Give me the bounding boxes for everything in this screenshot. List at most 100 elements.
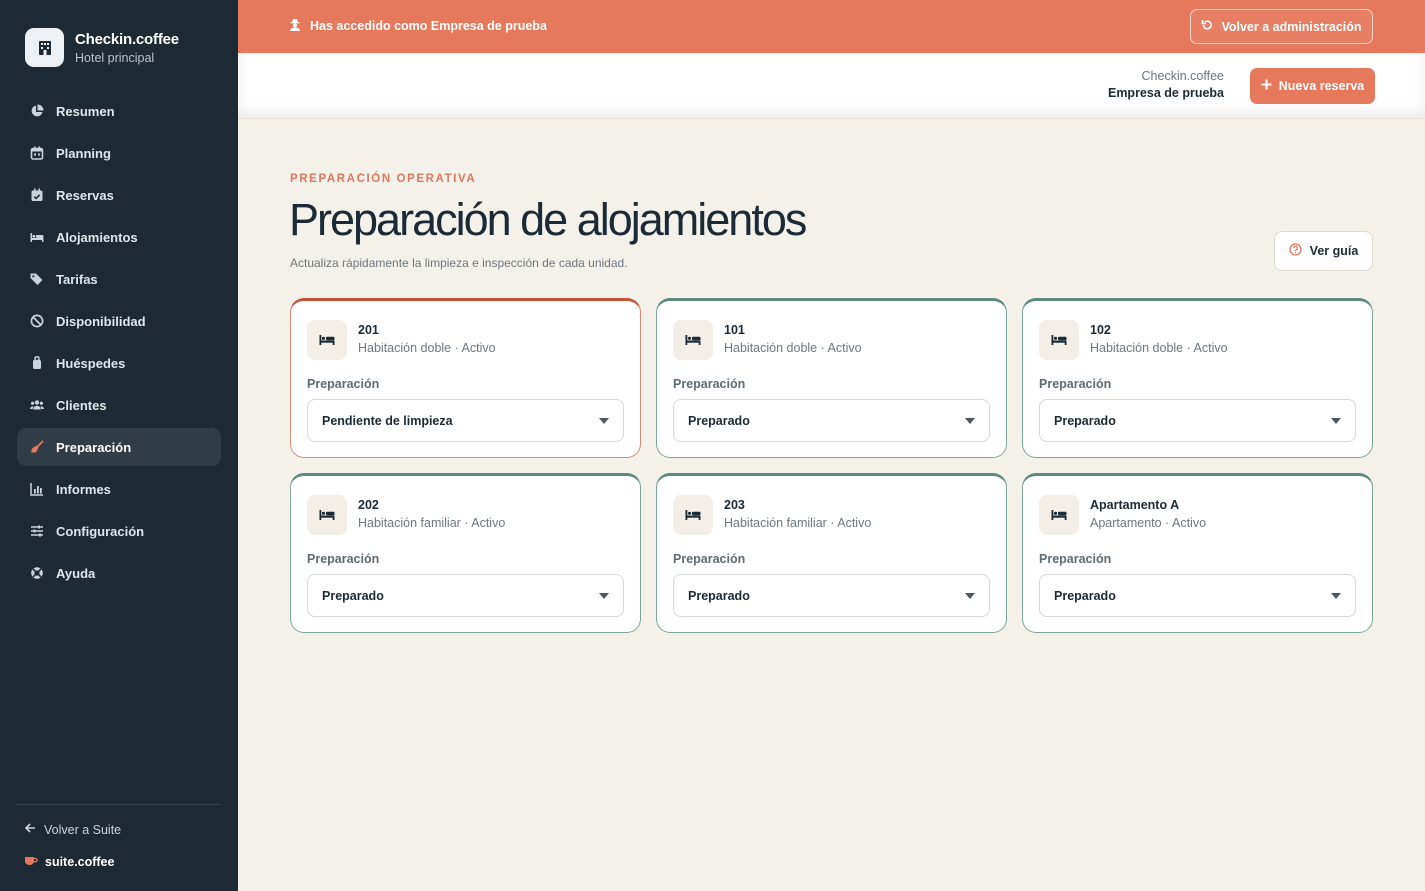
unit-meta: Habitación doble · Activo — [1090, 341, 1228, 355]
preparation-label: Preparación — [673, 377, 746, 391]
brand-subtitle: Hotel principal — [75, 50, 155, 65]
sidebar-item-label: Clientes — [56, 397, 107, 413]
caret-down-icon — [599, 418, 609, 424]
new-reservation-label: Nueva reserva — [1278, 79, 1365, 93]
header-app-name: Checkin.coffee — [1141, 69, 1224, 83]
preparation-status-value: Preparado — [688, 413, 750, 428]
preparation-status-select[interactable]: Preparado — [307, 574, 624, 617]
bar-chart-icon — [30, 482, 44, 496]
caret-down-icon — [965, 593, 975, 599]
preparation-status-value: Preparado — [1054, 413, 1116, 428]
preparation-status-select[interactable]: Preparado — [673, 399, 990, 442]
preparation-status-select[interactable]: Preparado — [673, 574, 990, 617]
view-guide-button[interactable]: Ver guía — [1274, 231, 1373, 271]
unit-card: Apartamento A Apartamento · Activo Prepa… — [1022, 473, 1373, 633]
unit-meta: Habitación doble · Activo — [724, 341, 862, 355]
unit-name: 202 — [358, 498, 379, 512]
sidebar-nav: Resumen Planning Reservas Alojamientos T… — [17, 92, 221, 596]
unit-meta: Habitación doble · Activo — [358, 341, 496, 355]
sidebar-item-label: Ayuda — [56, 565, 96, 581]
view-guide-label: Ver guía — [1309, 244, 1359, 258]
unit-card: 203 Habitación familiar · Activo Prepara… — [656, 473, 1007, 633]
sidebar-item-label: Alojamientos — [56, 229, 138, 245]
bed-icon — [1039, 320, 1079, 360]
sidebar-item-ayuda[interactable]: Ayuda — [17, 554, 221, 592]
bed-icon — [1039, 495, 1079, 535]
bed-icon — [307, 495, 347, 535]
sidebar-item-tarifas[interactable]: Tarifas — [17, 260, 221, 298]
page-eyebrow: PREPARACIÓN OPERATIVA — [290, 173, 477, 185]
sidebar-item-alojamientos[interactable]: Alojamientos — [17, 218, 221, 256]
tags-icon — [30, 272, 44, 286]
question-circle-icon — [1289, 243, 1302, 259]
back-to-suite-link[interactable]: Volver a Suite — [24, 822, 121, 837]
sidebar-item-disponibilidad[interactable]: Disponibilidad — [17, 302, 221, 340]
unit-name: 102 — [1090, 323, 1111, 337]
caret-down-icon — [965, 418, 975, 424]
unit-name: 101 — [724, 323, 745, 337]
unit-meta: Habitación familiar · Activo — [724, 516, 872, 530]
unit-card: 102 Habitación doble · Activo Preparació… — [1022, 298, 1373, 458]
suitcase-icon — [30, 356, 44, 370]
page-title: Preparación de alojamientos — [289, 194, 807, 245]
sidebar-item-informes[interactable]: Informes — [17, 470, 221, 508]
unit-name: Apartamento A — [1090, 498, 1180, 512]
preparation-status-value: Preparado — [1054, 588, 1116, 603]
preparation-status-value: Preparado — [688, 588, 750, 603]
broom-icon — [30, 440, 44, 454]
preparation-status-value: Pendiente de limpieza — [322, 413, 453, 428]
sidebar-item-label: Tarifas — [56, 271, 98, 287]
sidebar-item-label: Preparación — [56, 439, 132, 455]
sidebar-item-label: Configuración — [56, 523, 145, 539]
sidebar-item-clientes[interactable]: Clientes — [17, 386, 221, 424]
coffee-cup-icon — [24, 854, 38, 869]
account-info: Checkin.coffee Empresa de prueba — [1108, 69, 1224, 100]
back-to-admin-button[interactable]: Volver a administración — [1190, 9, 1373, 44]
sidebar-item-label: Reservas — [56, 187, 114, 203]
brand-name: Checkin.coffee — [75, 30, 179, 48]
sidebar-item-planning[interactable]: Planning — [17, 134, 221, 172]
bed-icon — [673, 320, 713, 360]
suite-brand-label: suite.coffee — [45, 854, 115, 869]
bed-icon — [673, 495, 713, 535]
preparation-label: Preparación — [1039, 377, 1112, 391]
banner-text: Has accedido como Empresa de prueba — [310, 19, 547, 33]
sidebar-item-label: Resumen — [56, 103, 115, 119]
new-reservation-button[interactable]: Nueva reserva — [1250, 68, 1375, 104]
unit-meta: Apartamento · Activo — [1090, 516, 1207, 530]
users-icon — [30, 398, 44, 412]
unit-name: 201 — [358, 323, 379, 337]
calendar-icon — [30, 146, 44, 160]
plus-icon — [1261, 79, 1272, 93]
bed-icon — [30, 230, 44, 244]
sidebar-item-reservas[interactable]: Reservas — [17, 176, 221, 214]
caret-down-icon — [1331, 418, 1341, 424]
header-company-name: Empresa de prueba — [1107, 86, 1224, 100]
brand[interactable]: Checkin.coffee Hotel principal — [25, 28, 179, 67]
sidebar-item-huespedes[interactable]: Huéspedes — [17, 344, 221, 382]
sidebar-item-label: Informes — [56, 481, 111, 497]
arrow-left-icon — [24, 822, 36, 837]
top-header: Checkin.coffee Empresa de prueba Nueva r… — [238, 53, 1425, 119]
preparation-status-select[interactable]: Preparado — [1039, 399, 1356, 442]
page-subtitle: Actualiza rápidamente la limpieza e insp… — [290, 256, 628, 270]
unit-card: 201 Habitación doble · Activo Preparació… — [290, 298, 641, 458]
sidebar-item-preparacion[interactable]: Preparación — [17, 428, 221, 466]
unit-card: 202 Habitación familiar · Activo Prepara… — [290, 473, 641, 633]
suite-brand[interactable]: suite.coffee — [24, 854, 114, 869]
sidebar-item-resumen[interactable]: Resumen — [17, 92, 221, 130]
caret-down-icon — [599, 593, 609, 599]
unit-card: 101 Habitación doble · Activo Preparació… — [656, 298, 1007, 458]
hotel-icon — [25, 28, 64, 67]
preparation-status-select[interactable]: Pendiente de limpieza — [307, 399, 624, 442]
sidebar-item-configuracion[interactable]: Configuración — [17, 512, 221, 550]
impersonation-banner: Has accedido como Empresa de prueba Volv… — [238, 0, 1425, 53]
preparation-status-select[interactable]: Preparado — [1039, 574, 1356, 617]
preparation-label: Preparación — [673, 552, 746, 566]
back-to-admin-label: Volver a administración — [1221, 19, 1362, 34]
preparation-status-value: Preparado — [322, 588, 384, 603]
calendar-check-icon — [30, 188, 44, 202]
ban-icon — [30, 314, 44, 328]
unit-name: 203 — [724, 498, 745, 512]
sidebar-item-label: Disponibilidad — [56, 313, 146, 329]
